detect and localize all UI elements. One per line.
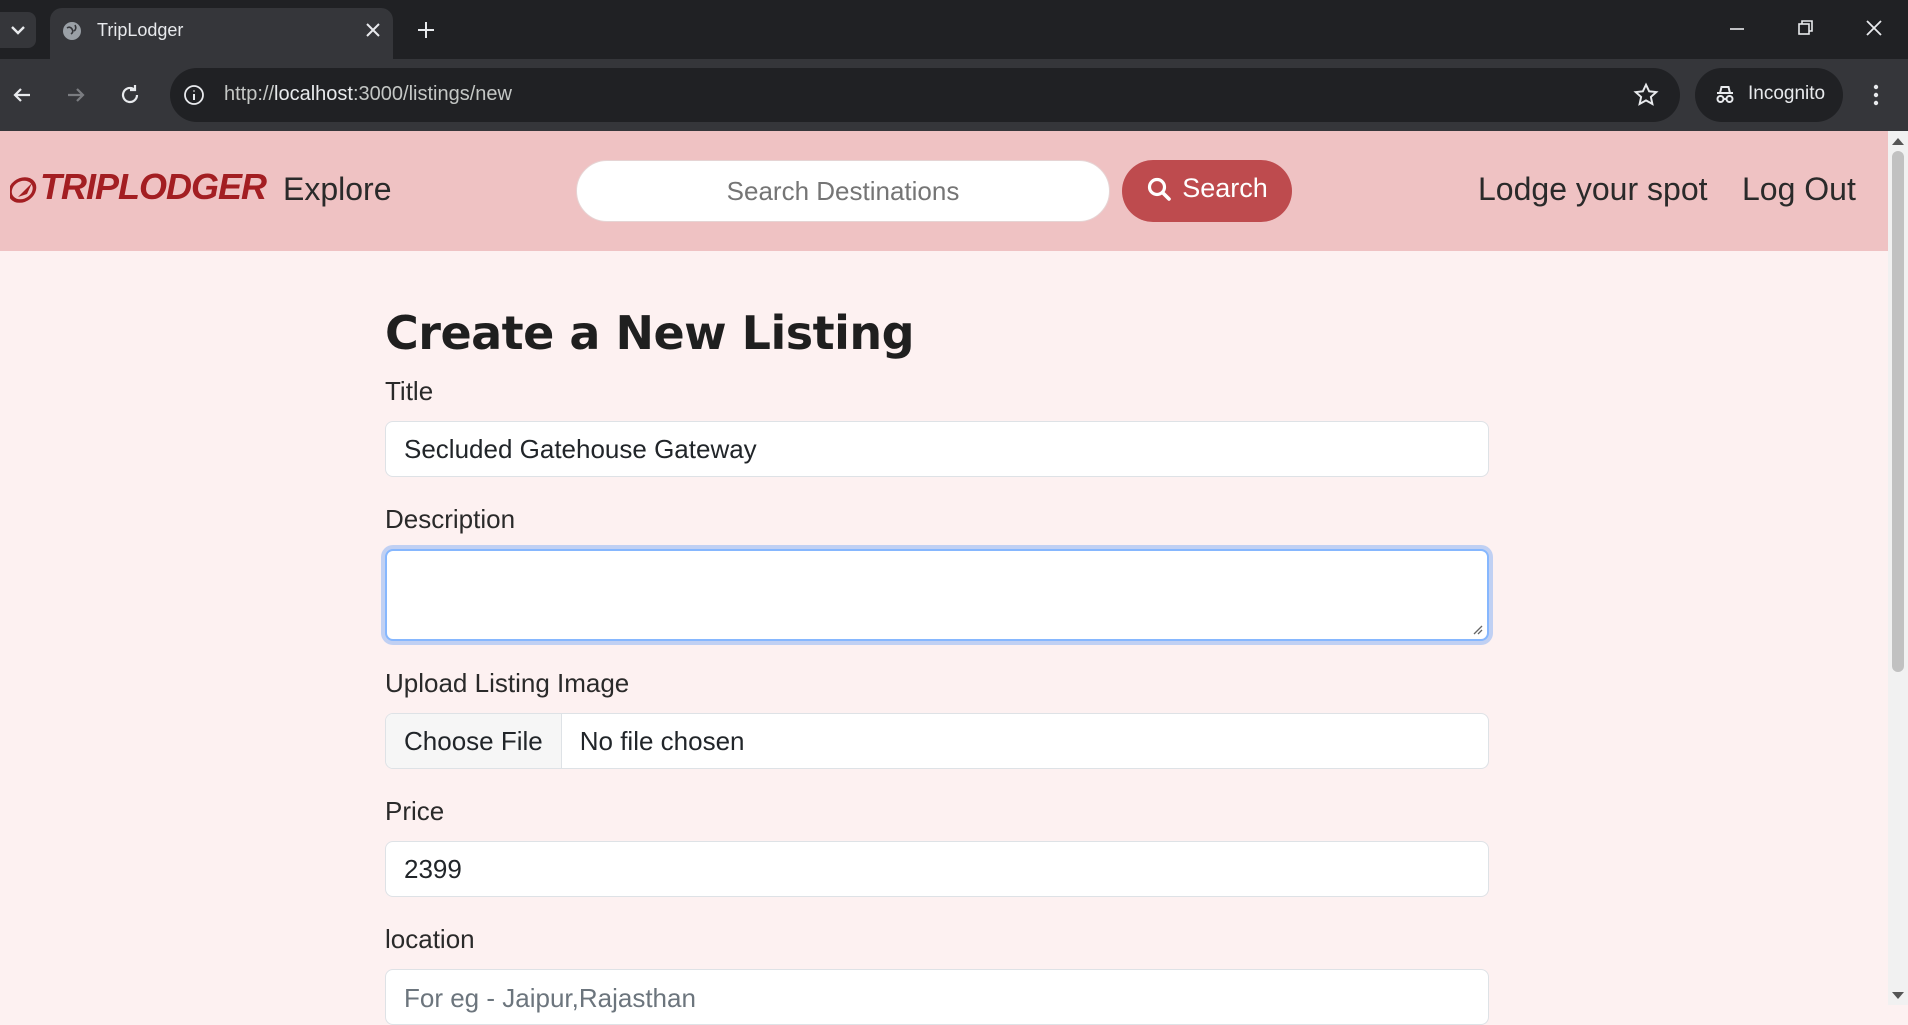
back-arrow-icon[interactable] — [10, 83, 34, 107]
close-tab-icon[interactable] — [364, 21, 382, 39]
new-tab-icon[interactable] — [415, 19, 437, 41]
price-input-value: 2399 — [404, 853, 462, 884]
close-window-icon[interactable] — [1864, 18, 1884, 38]
price-label: Price — [385, 796, 445, 826]
resize-handle-icon[interactable] — [1471, 623, 1483, 635]
search-input[interactable] — [576, 160, 1110, 222]
reload-icon[interactable] — [118, 83, 142, 107]
image-file-input[interactable]: Choose File No file chosen — [385, 713, 1489, 769]
forward-arrow-icon[interactable] — [64, 83, 88, 107]
choose-file-button[interactable]: Choose File — [386, 714, 562, 768]
bookmark-star-icon[interactable] — [1633, 82, 1659, 108]
nav-explore-link[interactable]: Explore — [283, 171, 392, 208]
description-label: Description — [385, 504, 516, 534]
title-label: Title — [385, 376, 434, 406]
minimize-icon[interactable] — [1727, 18, 1747, 38]
nav-lodge-link[interactable]: Lodge your spot — [1478, 171, 1708, 208]
scroll-up-icon[interactable] — [1890, 135, 1906, 147]
search-icon — [1148, 177, 1172, 201]
browser-menu-icon[interactable] — [1866, 82, 1886, 108]
search-button[interactable]: Search — [1122, 160, 1292, 222]
tab-search-button[interactable] — [0, 12, 36, 48]
restore-icon[interactable] — [1796, 18, 1816, 38]
price-input[interactable]: 2399 — [385, 841, 1489, 897]
title-input-value: Secluded Gatehouse Gateway — [404, 433, 757, 464]
location-label: location — [385, 924, 475, 954]
incognito-label: Incognito — [1748, 83, 1826, 104]
description-textarea[interactable] — [385, 549, 1489, 641]
title-input[interactable]: Secluded Gatehouse Gateway — [385, 421, 1489, 477]
url-host: localhost — [274, 83, 353, 105]
incognito-icon — [1716, 86, 1734, 103]
page-title: Create a New Listing — [385, 306, 915, 360]
image-upload-label: Upload Listing Image — [385, 668, 630, 698]
location-placeholder: For eg - Jaipur,Rajasthan — [404, 983, 696, 1013]
url-prefix: http:// — [224, 83, 275, 105]
scrollbar-thumb[interactable] — [1892, 151, 1904, 672]
url-text[interactable]: http://localhost:3000/listings/new — [224, 83, 512, 106]
globe-icon — [63, 22, 81, 40]
chevron-down-icon — [11, 26, 25, 35]
tab-title: TripLodger — [97, 20, 184, 40]
brand-logo[interactable]: TRIPLODGER — [40, 166, 267, 208]
compass-logo-icon[interactable] — [10, 177, 40, 203]
location-input[interactable]: For eg - Jaipur,Rajasthan — [385, 969, 1489, 1025]
scroll-down-icon[interactable] — [1890, 990, 1906, 1002]
site-info-icon[interactable] — [183, 84, 205, 106]
search-button-label: Search — [1182, 173, 1268, 204]
file-status-text: No file chosen — [579, 725, 745, 756]
nav-logout-link[interactable]: Log Out — [1742, 171, 1856, 208]
url-path: :3000/listings/new — [352, 83, 512, 105]
